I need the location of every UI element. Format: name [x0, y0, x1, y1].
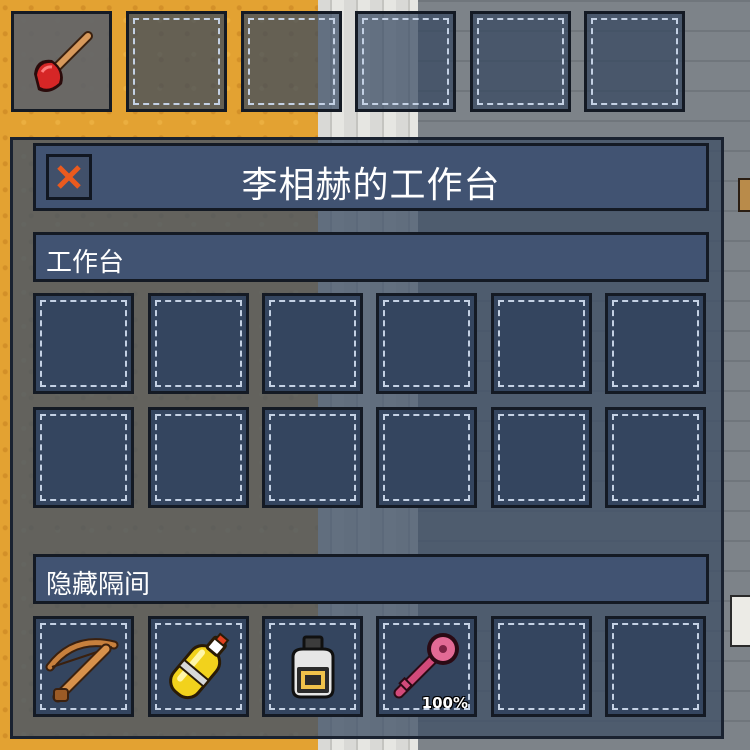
hidden-slot-6[interactable]	[605, 616, 706, 717]
ink-bottle-icon	[291, 635, 335, 699]
panel-title: 李相赫的工作台	[241, 165, 501, 206]
workbench-section-header: 工作台	[33, 232, 709, 282]
hidden-slot-4[interactable]: 100%	[376, 616, 477, 717]
hotbar-slot-1[interactable]	[11, 11, 112, 112]
hotbar-slot-2[interactable]	[126, 11, 227, 112]
crossbow-icon	[45, 638, 119, 703]
white-block-edge	[730, 595, 750, 647]
hotbar-slot-4[interactable]	[355, 11, 456, 112]
crate-edge	[738, 178, 750, 212]
workbench-slot[interactable]	[491, 293, 592, 394]
workbench-panel: 李相赫的工作台 工作台 隐藏隔间 100%	[10, 137, 724, 739]
hotbar-slot-6[interactable]	[584, 11, 685, 112]
hidden-slot-3[interactable]	[262, 616, 363, 717]
hidden-slot-5[interactable]	[491, 616, 592, 717]
hidden-slot-1[interactable]	[33, 616, 134, 717]
workbench-slot[interactable]	[33, 293, 134, 394]
durability-label: 100%	[421, 694, 468, 712]
gas-canister-icon	[169, 632, 230, 700]
plunger-icon	[34, 31, 93, 92]
workbench-slot[interactable]	[605, 407, 706, 508]
workbench-slot[interactable]	[262, 293, 363, 394]
workbench-slot[interactable]	[148, 293, 249, 394]
panel-title-bar: 李相赫的工作台	[33, 143, 709, 211]
workbench-slot[interactable]	[491, 407, 592, 508]
workbench-slot[interactable]	[605, 293, 706, 394]
workbench-slot[interactable]	[376, 293, 477, 394]
workbench-slot[interactable]	[376, 407, 477, 508]
workbench-slot[interactable]	[262, 407, 363, 508]
hotbar-slot-5[interactable]	[470, 11, 571, 112]
hidden-compartment-label: 隐藏隔间	[46, 570, 151, 600]
workbench-slot[interactable]	[148, 407, 249, 508]
hidden-slot-2[interactable]	[148, 616, 249, 717]
workbench-slot[interactable]	[33, 407, 134, 508]
hidden-compartment-header: 隐藏隔间	[33, 554, 709, 604]
hotbar-slot-3[interactable]	[241, 11, 342, 112]
workbench-section-label: 工作台	[46, 248, 125, 278]
